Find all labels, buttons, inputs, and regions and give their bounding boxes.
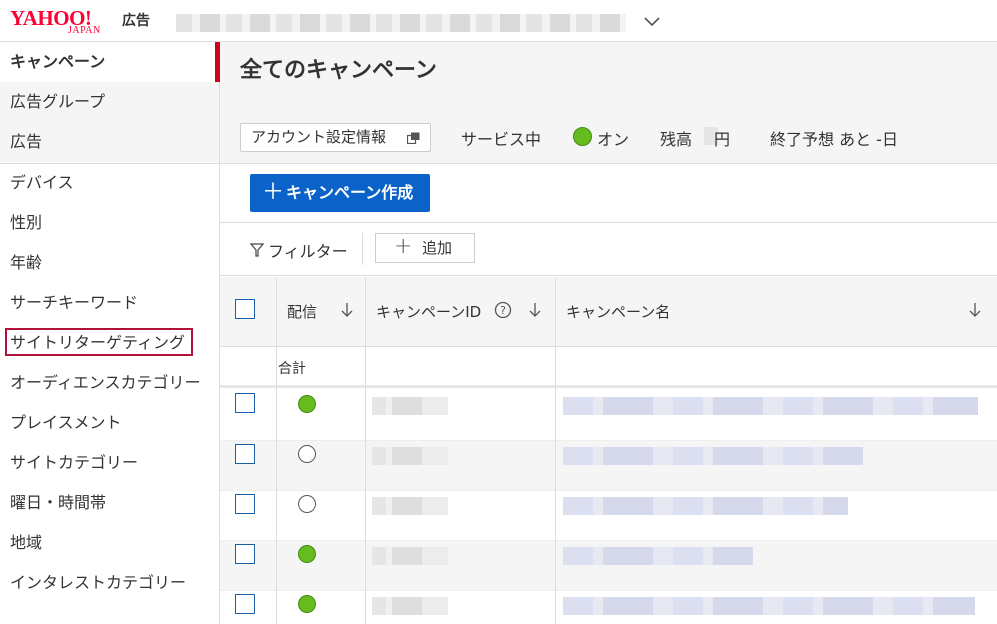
column-divider: [555, 277, 556, 624]
top-bar: YAHOO! JAPAN 広告: [0, 0, 997, 42]
status-off-icon[interactable]: [298, 495, 316, 513]
page-header: 全てのキャンペーン アカウント設定情報 サービス中 オン 残高 円 終了予想 あ…: [220, 42, 997, 164]
main-content: 全てのキャンペーン アカウント設定情報 サービス中 オン 残高 円 終了予想 あ…: [220, 42, 997, 624]
end-forecast: 終了予想 あと -日: [770, 130, 898, 149]
chevron-down-icon[interactable]: [643, 12, 661, 30]
sidebar-item-device[interactable]: デバイス: [0, 163, 219, 203]
balance-unit: 円: [714, 130, 731, 149]
account-selector-blurred[interactable]: [176, 14, 626, 32]
external-window-icon: [407, 132, 420, 144]
campaign-name-blurred[interactable]: [563, 497, 848, 515]
plus-icon: ＋: [262, 180, 285, 205]
table-row[interactable]: [220, 391, 997, 441]
column-header-delivery[interactable]: 配信: [287, 301, 317, 322]
service-status-dot: [573, 127, 592, 146]
table-row[interactable]: [220, 541, 997, 591]
sidebar-item-site-category[interactable]: サイトカテゴリー: [0, 443, 219, 483]
service-label: サービス中: [461, 130, 542, 149]
row-checkbox[interactable]: [235, 393, 255, 413]
sidebar-item-age[interactable]: 年齢: [0, 243, 219, 283]
create-campaign-button[interactable]: ＋ キャンペーン作成: [250, 174, 430, 212]
filter-bar: フィルター + 追加: [220, 224, 997, 276]
balance-label: 残高: [660, 130, 693, 149]
sidebar-item-audience-category[interactable]: オーディエンスカテゴリー: [0, 363, 219, 403]
action-toolbar: ＋ キャンペーン作成: [220, 165, 997, 223]
campaign-table: 配信 キャンペーンID ? キャンペーン名 合計: [220, 277, 997, 624]
table-row[interactable]: [220, 441, 997, 491]
status-on-icon[interactable]: [298, 545, 316, 563]
add-filter-label: 追加: [422, 239, 453, 257]
campaign-id-blurred: [372, 497, 448, 515]
campaign-id-blurred: [372, 597, 448, 615]
logo-product: 広告: [122, 13, 150, 29]
sidebar-item-placement[interactable]: プレイスメント: [0, 403, 219, 443]
table-row[interactable]: [220, 491, 997, 541]
sort-arrow-icon[interactable]: [968, 301, 982, 319]
plus-icon: +: [394, 234, 413, 259]
sidebar-item-ad-group[interactable]: 広告グループ: [0, 82, 219, 122]
total-row: 合計: [220, 348, 997, 388]
status-on-icon[interactable]: [298, 395, 316, 413]
svg-text:?: ?: [500, 304, 506, 317]
table-row[interactable]: [220, 591, 997, 624]
highlight-box: [5, 328, 193, 356]
service-status: オン: [597, 130, 630, 149]
row-checkbox[interactable]: [235, 594, 255, 614]
yahoo-ads-logo[interactable]: YAHOO! JAPAN 広告: [10, 6, 150, 38]
sidebar-item-interest-category[interactable]: インタレストカテゴリー: [0, 563, 219, 603]
row-checkbox[interactable]: [235, 544, 255, 564]
account-settings-label: アカウント設定情報: [251, 128, 387, 146]
total-label: 合計: [278, 361, 306, 377]
create-campaign-label: キャンペーン作成: [286, 183, 414, 202]
campaign-id-blurred: [372, 547, 448, 565]
sidebar-item-region[interactable]: 地域: [0, 523, 219, 563]
column-header-campaign-id[interactable]: キャンペーンID: [376, 301, 481, 322]
column-divider: [365, 277, 366, 624]
add-filter-button[interactable]: + 追加: [375, 233, 475, 263]
help-icon[interactable]: ?: [494, 301, 512, 319]
sort-arrow-icon[interactable]: [528, 301, 542, 319]
campaign-name-blurred[interactable]: [563, 597, 975, 615]
campaign-id-blurred: [372, 397, 448, 415]
filter-icon[interactable]: [250, 243, 264, 257]
account-settings-button[interactable]: アカウント設定情報: [240, 123, 431, 152]
table-header: 配信 キャンペーンID ? キャンペーン名: [220, 277, 997, 347]
sidebar-item-ad[interactable]: 広告: [0, 122, 219, 162]
campaign-id-blurred: [372, 447, 448, 465]
filter-label[interactable]: フィルター: [268, 238, 348, 262]
sidebar-item-search-keyword[interactable]: サーチキーワード: [0, 283, 219, 323]
status-off-icon[interactable]: [298, 445, 316, 463]
sort-arrow-icon[interactable]: [340, 301, 354, 319]
logo-japan: JAPAN: [68, 25, 101, 36]
select-all-checkbox[interactable]: [235, 299, 255, 319]
row-checkbox[interactable]: [235, 494, 255, 514]
column-divider: [276, 277, 277, 624]
sidebar: キャンペーン 広告グループ 広告 デバイス 性別 年齢 サーチキーワード サイト…: [0, 42, 220, 624]
campaign-name-blurred[interactable]: [563, 547, 753, 565]
campaign-name-blurred[interactable]: [563, 397, 978, 415]
sidebar-item-day-time[interactable]: 曜日・時間帯: [0, 483, 219, 523]
column-header-campaign-name[interactable]: キャンペーン名: [566, 301, 670, 322]
row-checkbox[interactable]: [235, 444, 255, 464]
sidebar-item-gender[interactable]: 性別: [0, 203, 219, 243]
sidebar-item-campaign[interactable]: キャンペーン: [0, 42, 220, 82]
status-on-icon[interactable]: [298, 595, 316, 613]
campaign-name-blurred[interactable]: [563, 447, 863, 465]
page-title: 全てのキャンペーン: [240, 58, 437, 83]
filter-divider: [362, 233, 363, 265]
